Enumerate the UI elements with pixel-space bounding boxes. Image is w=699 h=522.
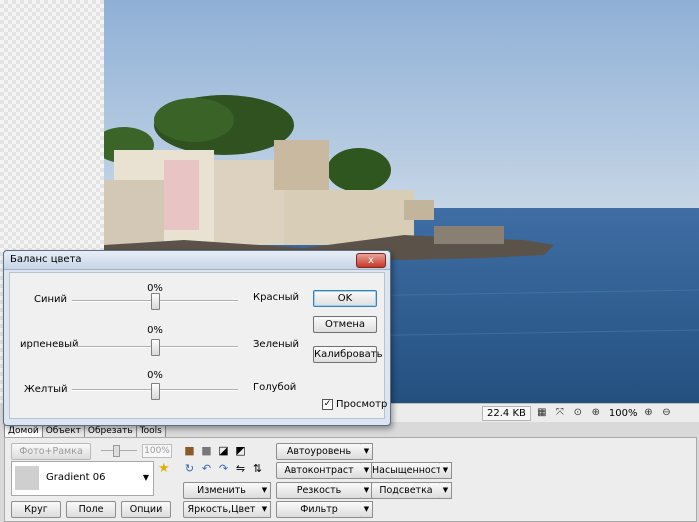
circle-button[interactable]: Круг bbox=[11, 501, 61, 518]
filter-button[interactable]: Фильтр bbox=[276, 501, 362, 518]
green-label: Зеленый bbox=[253, 339, 300, 350]
zoom-out-icon[interactable]: ⊖ bbox=[659, 406, 673, 420]
dialog-body: 0% Синий Красный 0% ирпеневый Зеленый 0%… bbox=[9, 272, 387, 419]
highlight-button[interactable]: Подсветка bbox=[371, 482, 441, 499]
cyan-label: Синий bbox=[34, 294, 68, 305]
red-label: Красный bbox=[253, 292, 300, 303]
magenta-green-slider-thumb[interactable] bbox=[151, 339, 160, 356]
invert-icon[interactable]: ◩ bbox=[234, 444, 247, 457]
magenta-green-percent: 0% bbox=[147, 325, 163, 336]
saturation-dropdown[interactable]: ▼ bbox=[440, 462, 452, 479]
filter-dropdown[interactable]: ▼ bbox=[361, 501, 373, 518]
opacity-slider[interactable] bbox=[101, 445, 137, 457]
sharpness-button[interactable]: Резкость bbox=[276, 482, 362, 499]
tool-panel: Фото+Рамка 100% Gradient 06 ▼ ★ Круг Пол… bbox=[4, 437, 697, 522]
yellow-blue-slider-thumb[interactable] bbox=[151, 383, 160, 400]
dialog-title: Баланс цвета bbox=[10, 254, 82, 265]
flip-vertical-icon[interactable]: ⇅ bbox=[251, 462, 264, 475]
color-balance-dialog: Баланс цвета x 0% Синий Красный 0% ирпен… bbox=[3, 250, 391, 426]
calibrate-button[interactable]: Калибровать bbox=[313, 346, 383, 363]
favorite-star-icon[interactable]: ★ bbox=[158, 461, 170, 476]
autolevel-dropdown[interactable]: ▼ bbox=[361, 443, 373, 460]
file-size-readout: 22.4 KB bbox=[482, 405, 531, 421]
grayscale-icon[interactable]: ■ bbox=[200, 444, 213, 457]
gradient-select[interactable]: Gradient 06 ▼ bbox=[11, 461, 154, 496]
flip-horizontal-icon[interactable]: ⇋ bbox=[234, 462, 247, 475]
ok-button[interactable]: OK bbox=[313, 290, 377, 307]
fit-screen-icon[interactable]: ⤧ bbox=[553, 406, 567, 420]
field-button[interactable]: Поле bbox=[66, 501, 116, 518]
checkerboard-icon[interactable]: ▦ bbox=[535, 406, 549, 420]
sepia-icon[interactable]: ■ bbox=[183, 444, 196, 457]
preview-label: Просмотр bbox=[336, 399, 388, 410]
change-button[interactable]: Изменить bbox=[183, 482, 260, 499]
status-bar: 22.4 KB ▦ ⤧ ⊙ ⊕ 100% ⊕ ⊖ bbox=[390, 403, 699, 422]
yellow-label: Желтый bbox=[24, 384, 68, 395]
magenta-label: ирпеневый bbox=[20, 339, 79, 350]
opacity-value[interactable]: 100% bbox=[142, 444, 172, 458]
gradient-swatch bbox=[15, 466, 39, 490]
brightness-color-button[interactable]: Яркость,Цвет bbox=[183, 501, 260, 518]
dialog-title-bar[interactable]: Баланс цвета x bbox=[4, 251, 390, 270]
zoom-in-icon[interactable]: ⊕ bbox=[641, 406, 655, 420]
cyan-red-slider-thumb[interactable] bbox=[151, 293, 160, 310]
gradient-name: Gradient 06 bbox=[46, 472, 106, 483]
brightness-color-dropdown[interactable]: ▼ bbox=[259, 501, 271, 518]
yellow-blue-percent: 0% bbox=[147, 370, 163, 381]
zoom-level: 100% bbox=[608, 407, 638, 419]
photo-frame-button[interactable]: Фото+Рамка bbox=[11, 443, 91, 460]
black-white-icon[interactable]: ◪ bbox=[217, 444, 230, 457]
rotate-left-icon[interactable]: ↶ bbox=[200, 462, 213, 475]
cancel-button[interactable]: Отмена bbox=[313, 316, 377, 333]
opacity-slider-knob[interactable] bbox=[113, 445, 120, 457]
rotate-right-icon[interactable]: ↷ bbox=[217, 462, 230, 475]
zoom-actual-icon[interactable]: ⊙ bbox=[571, 406, 585, 420]
change-dropdown[interactable]: ▼ bbox=[259, 482, 271, 499]
dropdown-arrow-icon: ▼ bbox=[142, 473, 149, 482]
blue-label: Голубой bbox=[253, 382, 297, 393]
highlight-dropdown[interactable]: ▼ bbox=[440, 482, 452, 499]
saturation-button[interactable]: Насыщенность bbox=[371, 462, 447, 479]
preview-checkbox[interactable]: ✓ bbox=[322, 399, 333, 410]
close-icon[interactable]: x bbox=[356, 253, 386, 268]
preview-checkbox-row[interactable]: ✓ Просмотр bbox=[322, 399, 387, 410]
autocontrast-button[interactable]: Автоконтраст bbox=[276, 462, 362, 479]
rotate-icon[interactable]: ↻ bbox=[183, 462, 196, 475]
autolevel-button[interactable]: Автоуровень bbox=[276, 443, 362, 460]
zoom-fit-icon[interactable]: ⊕ bbox=[589, 406, 603, 420]
options-button[interactable]: Опции bbox=[121, 501, 171, 518]
